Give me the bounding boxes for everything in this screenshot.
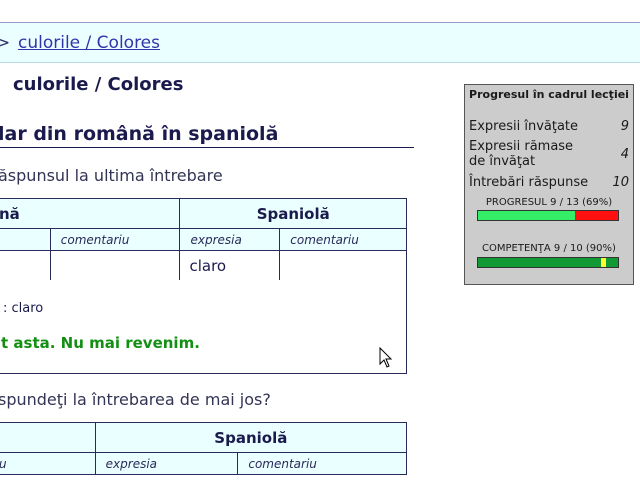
breadcrumb-separator: > xyxy=(0,33,11,53)
feedback-message: t asta. Nu mai revenim. xyxy=(1,334,200,352)
page-title: culorile / Colores xyxy=(13,74,184,95)
stat-row-learned: Expresii învăţate 9 xyxy=(469,119,629,134)
subheader-comment-spanish: comentariu xyxy=(279,228,407,251)
stat-row-remaining: Expresii rămase de învăţat 4 xyxy=(469,139,629,169)
stat-row-answered: Întrebări răspunse 10 xyxy=(469,175,629,190)
column-header-romanian xyxy=(0,422,96,453)
subheader-comment-spanish: comentariu xyxy=(237,452,407,475)
competence-bar-label: COMPETENŢA 9 / 10 (90%) xyxy=(482,243,616,254)
column-header-spanish: Spaniolă xyxy=(94,422,408,453)
progress-bar-fill xyxy=(478,211,575,220)
breadcrumb: > culorile / Colores xyxy=(0,23,640,63)
progress-bar-remaining xyxy=(574,211,618,220)
stat-value: 9 xyxy=(620,119,629,134)
progress-bar xyxy=(477,210,619,221)
section-title: lar din română în spaniolă xyxy=(0,123,279,145)
stat-label: Întrebări răspunse xyxy=(469,175,589,190)
last-answer-table: nă Spaniolă comentariu expresia comentar… xyxy=(0,198,407,281)
subheader-empty xyxy=(0,228,51,251)
column-header-spanish: Spaniolă xyxy=(179,198,407,229)
stat-value: 10 xyxy=(612,175,629,190)
table-cell xyxy=(279,250,407,281)
last-answer-prompt: ăspunsul la ultima întrebare xyxy=(0,166,223,185)
breadcrumb-link-colores[interactable]: culorile / Colores xyxy=(18,33,160,53)
mouse-pointer-icon xyxy=(379,347,393,368)
column-header-romanian: nă xyxy=(0,198,181,229)
section-divider xyxy=(0,147,414,148)
subheader-expression-spanish: expresia xyxy=(94,452,239,475)
competence-bar xyxy=(477,257,619,268)
subheader-expression-spanish: expresia xyxy=(179,228,281,251)
next-question-prompt: spundeţi la întrebarea de mai jos? xyxy=(0,390,271,409)
competence-bar-fill xyxy=(478,258,618,267)
table-cell xyxy=(49,250,181,281)
progress-bar-label: PROGRESUL 9 / 13 (69%) xyxy=(485,197,613,208)
expression-value: claro xyxy=(179,250,281,281)
answer-result-box: : claro t asta. Nu mai revenim. xyxy=(0,280,407,374)
table-cell xyxy=(0,250,51,281)
stat-value: 4 xyxy=(620,147,629,162)
competence-level-marker xyxy=(601,258,606,267)
subheader-comment-romanian: comentariu xyxy=(49,228,181,251)
answer-line: : claro xyxy=(3,301,44,316)
progress-panel-title: Progresul în cadrul lecţiei xyxy=(469,88,629,101)
subheader-comment-romanian: u xyxy=(0,452,96,475)
question-table: Spaniolă u expresia comentariu xyxy=(0,422,408,475)
stat-label: Expresii învăţate xyxy=(469,119,579,134)
stat-label: Expresii rămase de învăţat xyxy=(469,139,574,169)
lesson-progress-panel: Progresul în cadrul lecţiei Expresii înv… xyxy=(464,84,634,285)
